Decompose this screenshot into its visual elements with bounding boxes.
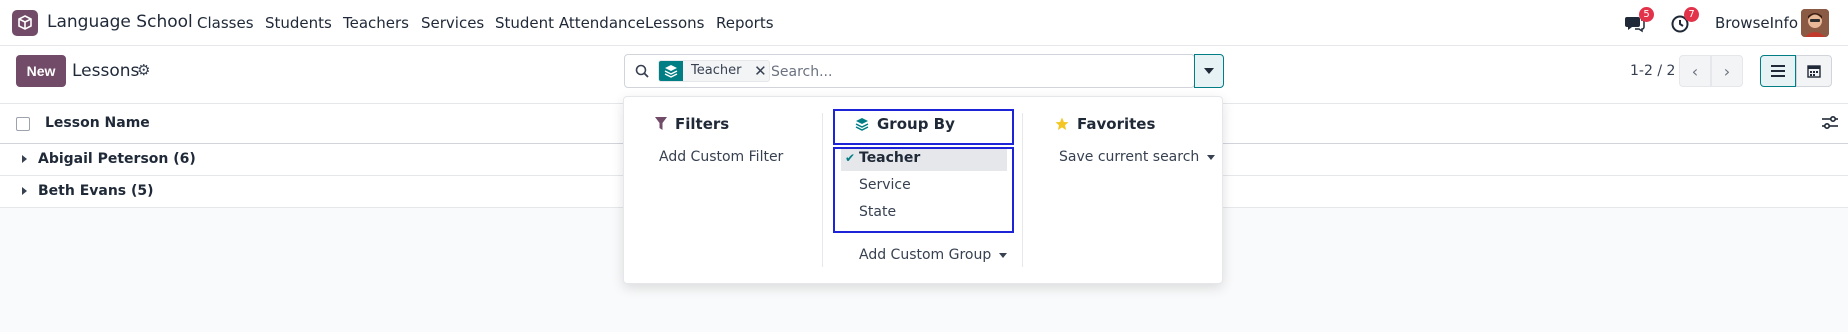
activities-badge: 7 [1684, 7, 1699, 22]
groupby-option-teacher[interactable]: Teacher [859, 150, 920, 166]
user-avatar[interactable] [1801, 9, 1829, 37]
add-custom-filter[interactable]: Add Custom Filter [659, 149, 783, 165]
caret-down-icon [1204, 68, 1214, 74]
breadcrumb: Lessons [72, 61, 140, 81]
star-icon [1055, 117, 1069, 130]
pager-previous-button[interactable]: ‹ [1679, 55, 1711, 87]
calendar-view-button[interactable] [1796, 55, 1832, 87]
app-icon[interactable] [12, 10, 38, 36]
add-custom-group-label: Add Custom Group [859, 247, 992, 263]
menu-item-reports[interactable]: Reports [716, 14, 774, 32]
groupby-title-label: Group By [877, 115, 955, 133]
top-navbar: Language School Classes Students Teacher… [0, 0, 1848, 46]
menu-item-classes[interactable]: Classes [197, 14, 254, 32]
activities-clock-icon[interactable]: 7 [1669, 7, 1699, 34]
messages-badge: 5 [1639, 7, 1654, 22]
messages-icon[interactable]: 5 [1624, 7, 1654, 34]
favorites-title: Favorites [1055, 115, 1155, 133]
user-menu[interactable]: BrowseInfo [1715, 14, 1798, 32]
list-view-button[interactable] [1760, 55, 1796, 87]
layers-icon [659, 61, 683, 81]
new-button[interactable]: New [16, 55, 66, 87]
list-icon [1771, 65, 1785, 77]
menu-item-lessons[interactable]: Lessons [645, 14, 704, 32]
separator [1022, 113, 1023, 267]
separator [822, 113, 823, 267]
add-custom-group[interactable]: Add Custom Group [859, 247, 1008, 263]
caret-down-icon [999, 252, 1008, 258]
chevron-left-icon: ‹ [1691, 61, 1699, 81]
groupby-option-state[interactable]: State [859, 204, 896, 220]
menu-item-student-attendance[interactable]: Student Attendance [495, 14, 645, 32]
column-header-lesson-name[interactable]: Lesson Name [45, 115, 150, 131]
caret-down-icon [1207, 154, 1216, 160]
app-name[interactable]: Language School [47, 12, 193, 32]
group-label: Beth Evans (5) [38, 183, 154, 199]
groupby-title: Group By [855, 115, 955, 133]
filter-icon [655, 117, 667, 130]
gear-icon[interactable]: ⚙ [137, 61, 150, 79]
caret-right-icon [22, 155, 27, 163]
select-all-checkbox[interactable] [16, 117, 30, 131]
menu-item-students[interactable]: Students [265, 14, 332, 32]
layers-icon [855, 118, 869, 131]
pager-next-button[interactable]: › [1711, 55, 1743, 87]
group-label: Abigail Peterson (6) [38, 151, 196, 167]
search-icon [635, 64, 649, 82]
save-current-search[interactable]: Save current search [1059, 149, 1216, 165]
menu-item-teachers[interactable]: Teachers [343, 14, 409, 32]
search-bar: Teacher ✕ [624, 54, 1195, 88]
filters-title-label: Filters [675, 115, 730, 133]
search-input[interactable] [771, 62, 1151, 82]
caret-right-icon [22, 187, 27, 195]
groupby-option-service[interactable]: Service [859, 177, 911, 193]
save-current-search-label: Save current search [1059, 149, 1200, 165]
search-options-toggle[interactable] [1194, 54, 1224, 88]
search-facet-groupby: Teacher ✕ [658, 60, 771, 82]
filters-title: Filters [655, 115, 729, 133]
calendar-icon [1807, 65, 1821, 78]
pager-value[interactable]: 1-2 / 2 [1630, 63, 1675, 79]
chevron-right-icon: › [1723, 61, 1731, 81]
optional-columns-icon[interactable] [1822, 115, 1838, 134]
menu-item-services[interactable]: Services [421, 14, 484, 32]
facet-label: Teacher [691, 63, 742, 78]
check-icon: ✔ [845, 151, 856, 165]
search-options-panel: Filters Add Custom Filter Group By ✔ Tea… [623, 96, 1223, 284]
favorites-title-label: Favorites [1077, 115, 1156, 133]
facet-remove-icon[interactable]: ✕ [751, 61, 769, 81]
